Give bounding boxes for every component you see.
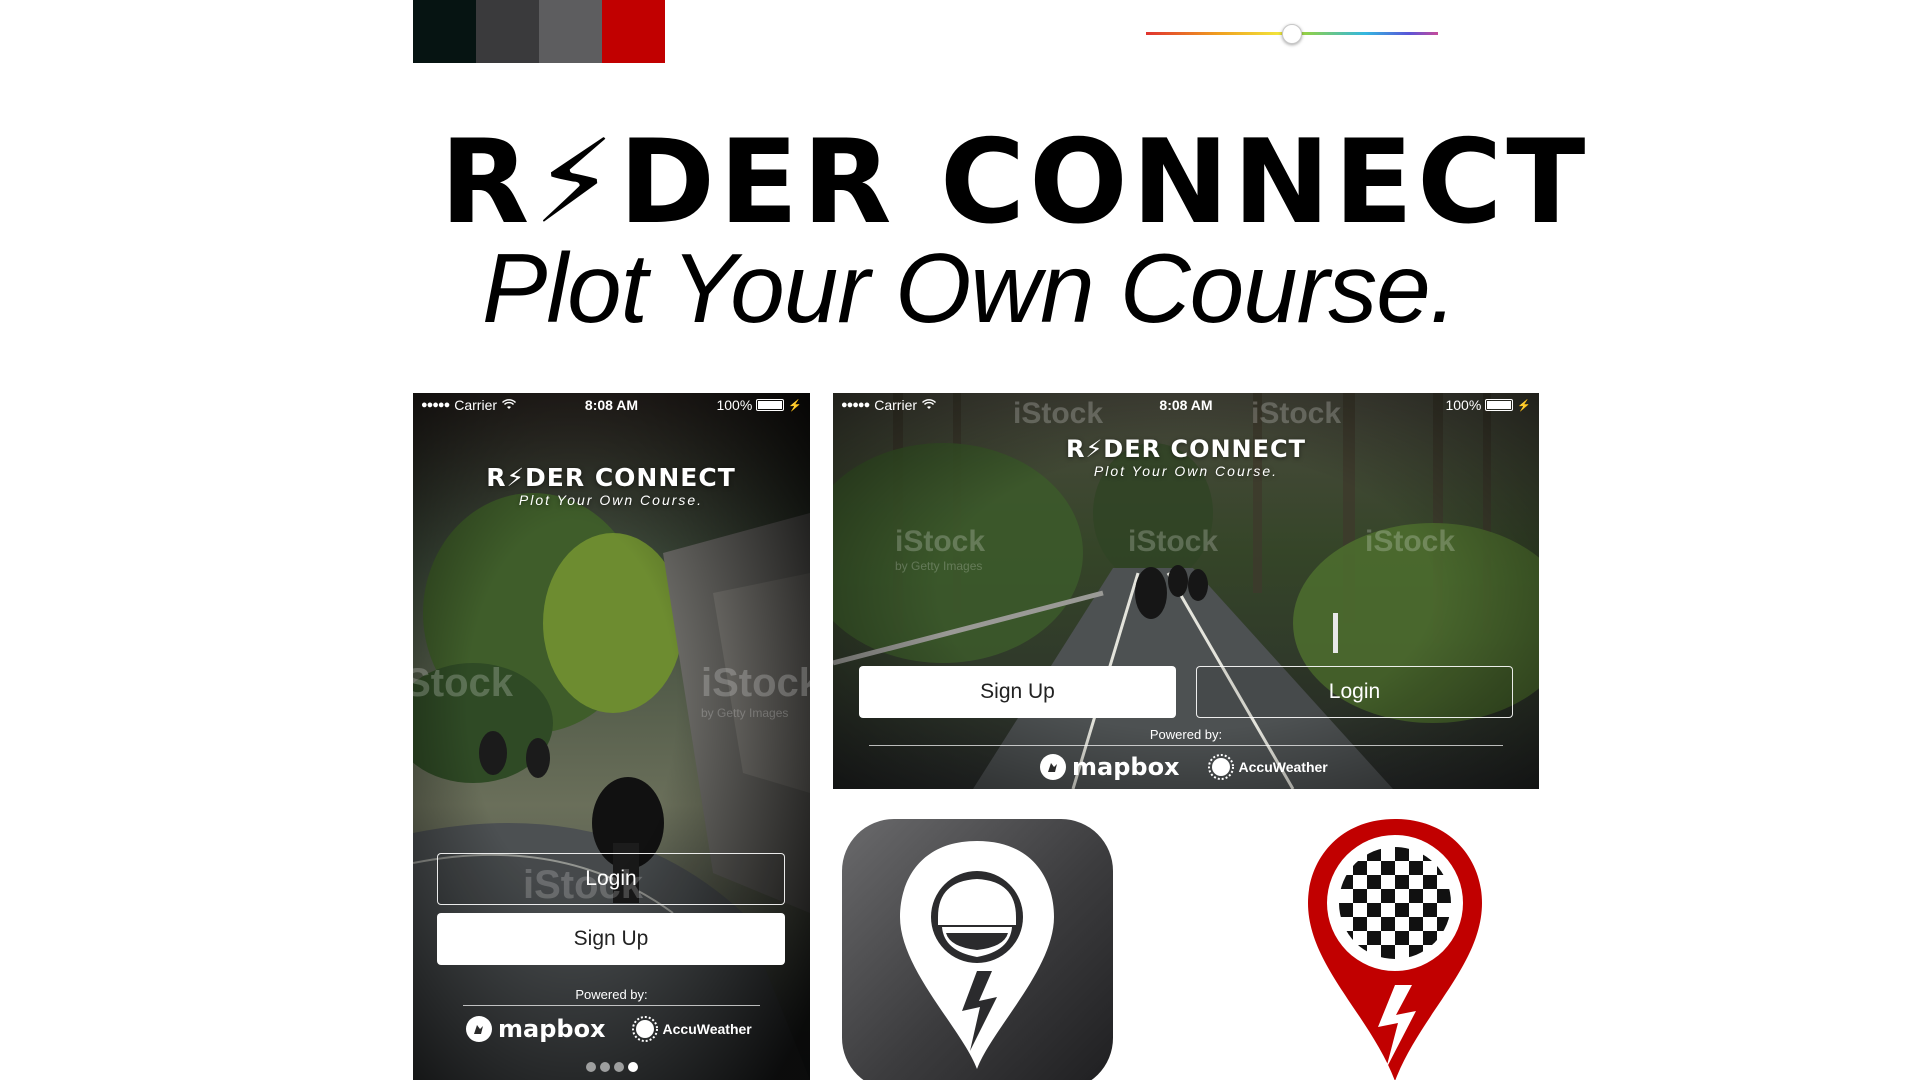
color-gradient-slider[interactable] <box>1146 24 1438 44</box>
page-indicator[interactable] <box>583 1061 643 1073</box>
divider <box>463 1005 760 1006</box>
brand-title: R⚡DER CONNECT <box>440 115 1590 250</box>
palette-swatch-black <box>413 0 476 63</box>
page-indicator-dot[interactable] <box>586 1062 596 1072</box>
status-bar: ●●●●● Carrier 8:08 AM 100% ⚡ <box>413 393 810 417</box>
accuweather-name: AccuWeather <box>1238 759 1328 775</box>
accuweather-logo: AccuWeather <box>631 1016 752 1042</box>
battery-icon <box>756 399 785 411</box>
login-button[interactable]: Login <box>437 853 785 905</box>
charging-icon: ⚡ <box>788 399 802 412</box>
palette-swatch-gray <box>539 0 602 63</box>
mapbox-logo: mapbox <box>465 1015 606 1043</box>
sign-up-button[interactable]: Sign Up <box>859 666 1176 718</box>
mapbox-name: mapbox <box>498 1015 606 1043</box>
wifi-icon <box>922 397 937 413</box>
mapbox-logo: mapbox <box>1039 753 1180 781</box>
sun-icon <box>1207 754 1234 780</box>
mapbox-icon <box>466 1016 492 1042</box>
accuweather-name: AccuWeather <box>662 1021 752 1037</box>
app-logo-title: R⚡DER CONNECT <box>486 463 736 492</box>
mapbox-icon <box>1040 754 1066 780</box>
signal-strength-icon: ●●●●● <box>841 399 870 411</box>
checkered-flag-pin-icon <box>1308 819 1482 1080</box>
battery-icon <box>1485 399 1514 411</box>
battery-percent: 100% <box>1445 397 1482 413</box>
powered-by-label: Powered by: <box>1149 727 1223 742</box>
status-time: 8:08 AM <box>584 397 639 413</box>
page-indicator-dot[interactable] <box>614 1062 624 1072</box>
status-bar: ●●●●● Carrier 8:08 AM 100% ⚡ <box>833 393 1539 417</box>
slider-thumb[interactable] <box>1282 24 1302 44</box>
partner-logos: mapbox AccuWeather <box>1039 753 1359 781</box>
app-logo-title: R⚡DER CONNECT <box>1065 435 1307 463</box>
app-logo-tagline: Plot Your Own Course. <box>518 492 704 508</box>
app-logo: R⚡DER CONNECT Plot Your Own Course. <box>1036 435 1336 479</box>
partner-logos: mapbox AccuWeather <box>465 1015 765 1043</box>
divider <box>869 745 1503 746</box>
charging-icon: ⚡ <box>1517 399 1531 412</box>
login-button[interactable]: Login <box>1196 666 1513 718</box>
wifi-icon <box>502 397 517 413</box>
palette-swatch-red <box>602 0 665 63</box>
helmet-pin-icon <box>842 819 1113 1080</box>
sign-up-button[interactable]: Sign Up <box>437 913 785 965</box>
mapbox-name: mapbox <box>1072 753 1180 781</box>
sun-icon <box>631 1016 658 1042</box>
carrier-name: Carrier <box>874 397 918 413</box>
app-logo-tagline: Plot Your Own Course. <box>1093 463 1279 479</box>
battery-percent: 100% <box>716 397 753 413</box>
signal-strength-icon: ●●●●● <box>421 399 450 411</box>
carrier-name: Carrier <box>454 397 498 413</box>
page-indicator-dot[interactable] <box>628 1062 638 1072</box>
phone-landscape-mockup: iStock iStock iStock by Getty Images iSt… <box>833 393 1539 789</box>
status-time: 8:08 AM <box>1159 397 1213 413</box>
color-palette <box>413 0 665 63</box>
phone-portrait-mockup: iStock by Getty Images iStock iStock ●●●… <box>413 393 810 1080</box>
palette-swatch-dark-gray <box>476 0 539 63</box>
accuweather-logo: AccuWeather <box>1207 754 1328 780</box>
page-indicator-dot[interactable] <box>600 1062 610 1072</box>
powered-by-label: Powered by: <box>575 987 648 1002</box>
app-logo: R⚡DER CONNECT Plot Your Own Course. <box>461 463 761 508</box>
brand-tagline: Plot Your Own Course. <box>482 233 1457 343</box>
